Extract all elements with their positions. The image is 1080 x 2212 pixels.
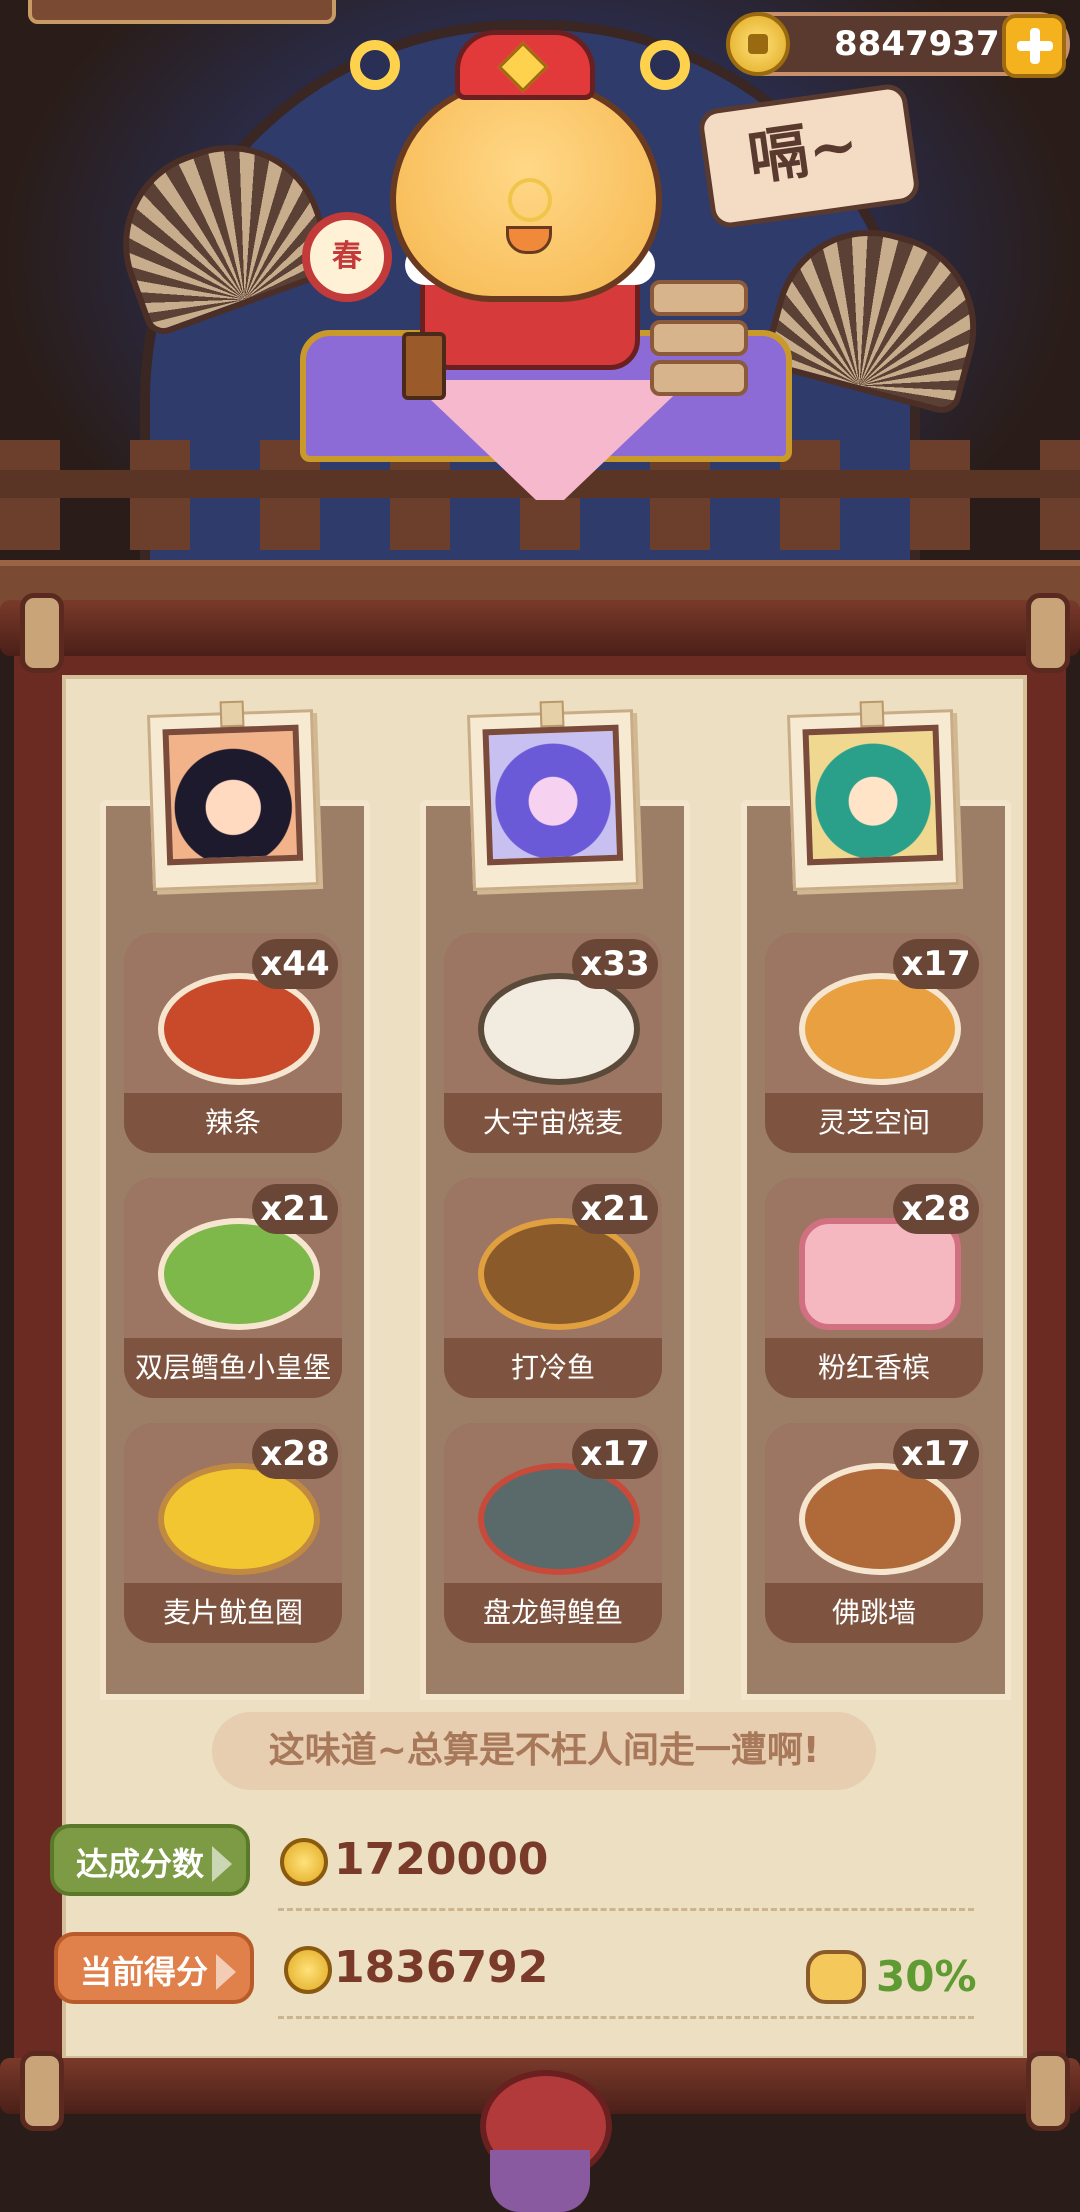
coin-emblem-icon [508,178,552,222]
current-score-label: 当前得分 [80,1953,209,1991]
pin [859,700,885,728]
target-score-value: 1720000 [334,1834,549,1885]
dish-icon [478,1218,640,1330]
current-score-tag: 当前得分 [54,1932,254,2004]
arrow-right-icon [212,1846,232,1882]
emperor-character[interactable] [350,30,690,302]
dish-label: 大宇宙烧麦 [444,1093,662,1153]
dish-icon [799,1463,961,1575]
ear-ornament-right [640,40,690,90]
dish-card[interactable]: x17 佛跳墙 [765,1423,983,1643]
dish-count: x17 [893,1429,979,1479]
hand-drum: 春 [302,212,392,302]
bonus-pot-icon [806,1950,866,2004]
dish-card[interactable]: x28 麦片鱿鱼圈 [124,1423,342,1643]
bonus-percent: 30% [876,1952,977,2001]
dish-card[interactable]: x21 打冷鱼 [444,1178,662,1398]
dish-card[interactable]: x17 盘龙鲟鳇鱼 [444,1423,662,1643]
dish-count: x21 [252,1184,338,1234]
customer-quote: 这味道~总算是不枉人间走一遭啊! [212,1712,876,1790]
customer-face [162,724,304,866]
dish-count: x33 [572,939,658,989]
top-tab [28,0,336,24]
scroll-rod-top [0,593,1080,673]
dish-card[interactable]: x21 双层鳕鱼小皇堡 [124,1178,342,1398]
dish-icon [158,973,320,1085]
coin-balance-bar: 8847937 [726,12,1070,78]
target-score-tag: 达成分数 [50,1824,250,1896]
customer-portrait-3[interactable] [786,700,960,891]
divider [278,2016,974,2019]
stage-scene: 春 [0,0,1080,640]
dish-label: 粉红香槟 [765,1338,983,1398]
current-score-value: 1836792 [334,1942,549,1993]
speech-text: 嗝~ [743,109,863,195]
dish-card[interactable]: x17 灵芝空间 [765,933,983,1153]
hat-gem [497,41,549,93]
dish-count: x21 [572,1184,658,1234]
dish-icon [799,973,961,1085]
ear-ornament-left [350,40,400,90]
dish-card[interactable]: x44 辣条 [124,933,342,1153]
arrow-right-icon [216,1954,236,1990]
dish-label: 双层鳕鱼小皇堡 [124,1338,342,1398]
customer-face [802,724,944,866]
dish-label: 灵芝空间 [765,1093,983,1153]
pin [539,700,565,728]
coin-balance-value: 8847937 [834,24,1000,64]
rod-cap-left [20,593,64,673]
rod-cap-right [1026,2051,1070,2131]
dish-count: x28 [252,1429,338,1479]
add-coins-button[interactable] [1002,14,1066,78]
tassel [490,2150,590,2212]
customer-portrait-1[interactable] [146,700,320,891]
brush-cup [402,332,446,400]
customer-portrait-2[interactable] [466,700,640,891]
dish-card[interactable]: x28 粉红香槟 [765,1178,983,1398]
dish-icon [158,1463,320,1575]
dish-count: x28 [893,1184,979,1234]
dish-label: 打冷鱼 [444,1338,662,1398]
rod-cap-left [20,2051,64,2131]
beak [506,226,552,254]
dish-count: x44 [252,939,338,989]
dish-label: 麦片鱿鱼圈 [124,1583,342,1643]
target-score-label: 达成分数 [76,1845,205,1883]
dish-label: 佛跳墙 [765,1583,983,1643]
dish-label: 辣条 [124,1093,342,1153]
dish-count: x17 [893,939,979,989]
coin-icon [726,12,790,76]
emperor-hat [455,30,595,100]
dish-label: 盘龙鲟鳇鱼 [444,1583,662,1643]
pin [219,700,245,728]
dish-icon [478,973,640,1085]
character-head [390,80,662,302]
dish-icon [158,1218,320,1330]
coin-icon [280,1838,328,1886]
dish-card[interactable]: x33 大宇宙烧麦 [444,933,662,1153]
divider [278,1908,974,1911]
dish-icon [799,1218,961,1330]
dish-icon [478,1463,640,1575]
rod-cap-right [1026,593,1070,673]
stacked-bowls [650,280,748,396]
customer-face [482,724,624,866]
dish-count: x17 [572,1429,658,1479]
drum-character: 春 [332,239,362,274]
coin-icon [284,1946,332,1994]
